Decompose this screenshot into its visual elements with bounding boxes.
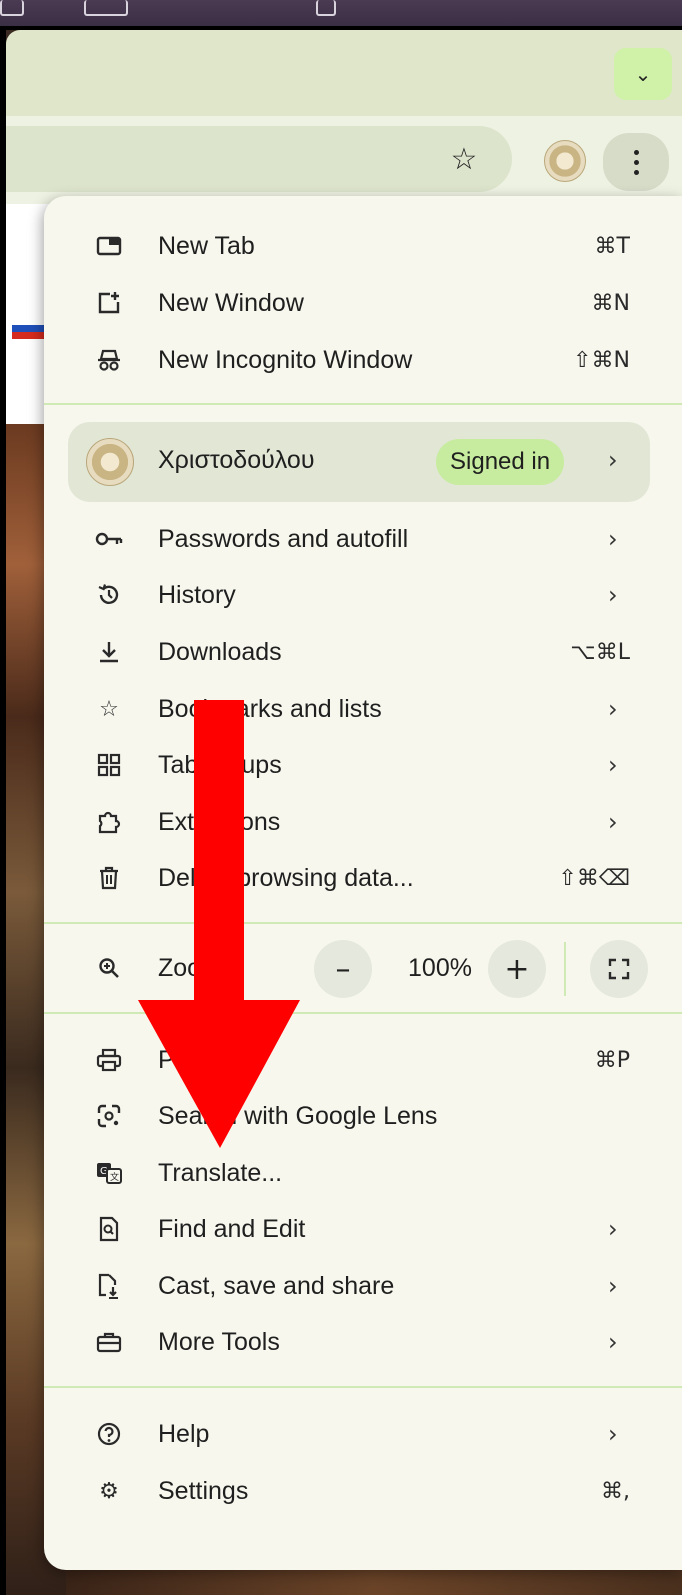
chevron-right-icon: › (608, 446, 618, 474)
chevron-right-icon: › (608, 1420, 618, 1448)
menu-item-more-tools[interactable]: More Tools › (44, 1314, 682, 1370)
fullscreen-button[interactable] (590, 940, 648, 998)
menu-divider (44, 403, 682, 405)
new-window-icon (92, 286, 126, 320)
star-icon[interactable]: ☆ (446, 142, 482, 178)
print-icon (92, 1043, 126, 1077)
menu-divider (44, 1386, 682, 1388)
chevron-right-icon: › (608, 808, 618, 836)
menu-bar-icon (84, 0, 128, 16)
menu-item-tab-groups[interactable]: Tab groups › (44, 737, 682, 793)
zoom-row: Zoom – 100% + (44, 934, 682, 1002)
incognito-icon (92, 343, 126, 377)
chevron-right-icon: › (608, 1215, 618, 1243)
menu-divider (44, 922, 682, 924)
lens-icon (92, 1099, 126, 1133)
fullscreen-icon (608, 958, 630, 980)
chevron-right-icon: › (608, 525, 618, 553)
profile-avatar-button[interactable] (544, 140, 586, 182)
find-icon (92, 1212, 126, 1246)
download-icon (92, 635, 126, 669)
help-icon (92, 1417, 126, 1451)
tab-search-button[interactable]: ⌄ (614, 48, 672, 100)
menu-item-settings[interactable]: ⚙ Settings ⌘, (44, 1463, 682, 1519)
trash-icon (92, 861, 126, 895)
tab-strip (6, 30, 682, 116)
chevron-down-icon: ⌄ (634, 63, 652, 86)
zoom-level: 100% (408, 954, 472, 982)
star-icon: ☆ (99, 696, 119, 722)
menu-item-delete-browsing-data[interactable]: Delete browsing data... ⇧⌘⌫ (44, 850, 682, 906)
zoom-divider (564, 942, 566, 996)
menu-bar-icon (316, 0, 336, 16)
chevron-right-icon: › (608, 751, 618, 779)
settings-icon: ⚙ (99, 1478, 119, 1504)
menu-item-downloads[interactable]: Downloads ⌥⌘L (44, 624, 682, 680)
menu-item-passwords-and-autofill[interactable]: Passwords and autofill › (44, 511, 682, 567)
menu-item-find-and-edit[interactable]: Find and Edit › (44, 1201, 682, 1257)
zoom-out-button[interactable]: – (314, 940, 372, 998)
menu-item-print[interactable]: Print... ⌘P (44, 1032, 682, 1088)
zoom-in-button[interactable]: + (488, 940, 546, 998)
macos-menu-bar (0, 0, 682, 26)
avatar (86, 438, 134, 486)
menu-item-search-with-google-lens[interactable]: Search with Google Lens (44, 1088, 682, 1144)
address-bar[interactable] (6, 126, 512, 192)
key-icon (92, 522, 126, 556)
profile-name: Χριστοδούλου (158, 446, 315, 474)
tab-groups-icon (92, 748, 126, 782)
history-icon (92, 578, 126, 612)
translate-icon: G文 (92, 1156, 126, 1190)
menu-item-new-tab[interactable]: New Tab ⌘T (44, 218, 682, 274)
toolbox-icon (92, 1325, 126, 1359)
chrome-main-menu: New Tab ⌘T New Window ⌘N New Incognito W… (44, 196, 682, 1570)
status-badge: Signed in (436, 439, 565, 485)
puzzle-icon (92, 805, 126, 839)
kebab-icon[interactable] (603, 133, 669, 191)
profile-row[interactable]: Χριστοδούλου Signed in › (68, 422, 650, 502)
chevron-right-icon: › (608, 695, 618, 723)
menu-item-bookmarks-and-lists[interactable]: ☆ Bookmarks and lists › (44, 681, 682, 737)
menu-item-translate[interactable]: G文 Translate... (44, 1145, 682, 1201)
chevron-right-icon: › (608, 581, 618, 609)
cast-icon (92, 1269, 126, 1303)
new-tab-icon (92, 229, 126, 263)
menu-bar-icon (0, 0, 24, 16)
svg-text:文: 文 (110, 1171, 119, 1183)
menu-item-cast-save-and-share[interactable]: Cast, save and share › (44, 1258, 682, 1314)
menu-item-new-window[interactable]: New Window ⌘N (44, 275, 682, 331)
menu-item-new-incognito-window[interactable]: New Incognito Window ⇧⌘N (44, 332, 682, 388)
menu-item-help[interactable]: Help › (44, 1406, 682, 1462)
menu-item-history[interactable]: History › (44, 567, 682, 623)
chevron-right-icon: › (608, 1272, 618, 1300)
zoom-icon (92, 951, 126, 985)
chevron-right-icon: › (608, 1328, 618, 1356)
menu-item-extensions[interactable]: Extensions › (44, 794, 682, 850)
menu-divider (44, 1012, 682, 1014)
